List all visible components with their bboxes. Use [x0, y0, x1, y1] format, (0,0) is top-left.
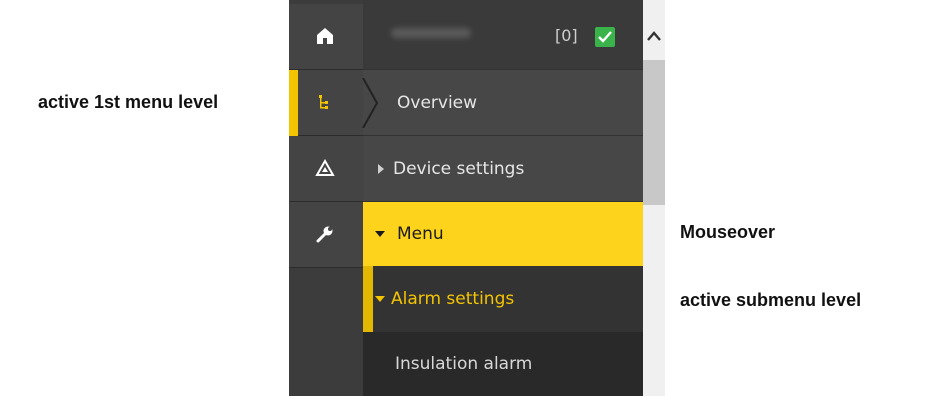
annotation-active-first-level: active 1st menu level [38, 92, 219, 112]
home-icon [317, 28, 333, 44]
menu-item-device-settings[interactable]: Device settings [363, 136, 643, 202]
annotation-mouseover: Mouseover [680, 222, 776, 242]
navigation-panel: [0] Overview Device settings Menu Alarm … [289, 0, 665, 396]
rail-item-home[interactable] [289, 4, 363, 70]
submenu-item-label: Alarm settings [391, 288, 515, 309]
status-ok-badge [595, 27, 615, 47]
wrench-icon [316, 226, 333, 243]
annotation-active-submenu: active submenu level [680, 290, 862, 310]
submenu-item-alarm-settings[interactable]: Alarm settings [363, 266, 643, 332]
warning-icon [315, 158, 335, 176]
tree-icon [319, 95, 328, 109]
menu-item-label: Device settings [393, 158, 525, 179]
alarm-count: [0] [555, 26, 578, 45]
menu-item-overview[interactable]: Overview [362, 70, 643, 136]
rail-item-tools[interactable] [289, 202, 363, 268]
active-indicator [363, 266, 373, 332]
caret-down-icon [375, 295, 385, 302]
rail-item-tree[interactable] [289, 70, 363, 136]
submenu-item-label: Insulation alarm [395, 354, 533, 374]
scrollbar[interactable] [643, 0, 665, 396]
caret-right-icon [378, 163, 384, 174]
menu-item-label: Overview [397, 92, 478, 113]
check-icon [598, 31, 612, 43]
chevron-up-icon[interactable] [643, 26, 665, 46]
icon-rail [289, 0, 363, 396]
chevron-right-icon [362, 78, 379, 128]
scrollbar-thumb[interactable] [643, 60, 665, 205]
menu-column: [0] Overview Device settings Menu Alarm … [362, 0, 643, 396]
menu-item-menu[interactable]: Menu [363, 202, 643, 266]
rail-item-alarm[interactable] [289, 136, 363, 202]
menu-header: [0] [363, 0, 643, 70]
caret-down-icon [375, 231, 385, 237]
blurred-status-text [391, 28, 471, 38]
menu-item-label: Menu [397, 224, 444, 244]
submenu-item-insulation-alarm[interactable]: Insulation alarm [363, 332, 643, 396]
